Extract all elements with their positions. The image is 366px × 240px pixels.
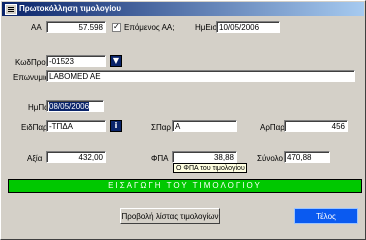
fpa-field[interactable]: 38,88 [172,151,237,163]
kodpro-label: ΚωδΠρο [15,58,46,67]
spar-field[interactable]: Α [172,120,237,132]
synolo-label: Σύνολο [257,154,283,163]
dialog-window: Πρωτοκόλληση τιμολογίου ΑΑ 57.598 Επόμεν… [0,0,366,240]
spar-label: ΣΠαρ [151,123,171,132]
synolo-field[interactable]: 470,88 [284,151,330,163]
supplier-lookup-button[interactable]: ▼ [110,55,122,67]
view-invoice-list-button[interactable]: Προβολή λίστας τιμολογίων [120,208,220,224]
window-title: Πρωτοκόλληση τιμολογίου [19,4,121,13]
arpar-field[interactable]: 456 [284,120,348,132]
fpa-tooltip: Ο ΦΠΑ του τιμολογίου [173,163,247,173]
eidpar-label: ΕιδΠαρ [21,123,48,132]
hmeis-label: ΗμΕισ [195,23,218,32]
document-type-info-button[interactable]: i [110,120,122,132]
next-aa-checkbox[interactable] [112,22,121,32]
hmpar-value: 08/05/2006 [49,102,90,111]
end-button[interactable]: Τέλος [294,208,358,224]
title-bar: Πρωτοκόλληση τιμολογίου [2,2,364,16]
hmpar-field[interactable]: 08/05/2006 [46,100,104,112]
arpar-label: ΑρΠαρ [260,123,285,132]
eponymia-label: Επωνυμια [13,73,50,82]
next-aa-label: Επόμενος ΑΑ; [124,23,175,32]
eidpar-field[interactable]: -ΤΠΔΑ [46,120,106,132]
axia-field[interactable]: 432,00 [46,151,106,163]
window-icon [5,4,17,15]
aa-field[interactable]: 57.598 [46,21,106,33]
import-invoice-button[interactable]: ΕΙΣΑΓΩΓΗ ΤΟΥ ΤΙΜΟΛΟΓΙΟΥ [8,179,362,193]
info-icon: i [114,121,118,130]
filter-icon: ▼ [112,56,120,65]
aa-label: ΑΑ [31,23,42,32]
fpa-label: ΦΠΑ [151,154,169,163]
axia-label: Αξία [27,154,43,163]
hmeis-field[interactable]: 10/05/2006 [216,21,280,33]
kodpro-field[interactable]: -01523 [46,55,106,67]
eponymia-field[interactable]: LABOMED AE [46,70,355,82]
